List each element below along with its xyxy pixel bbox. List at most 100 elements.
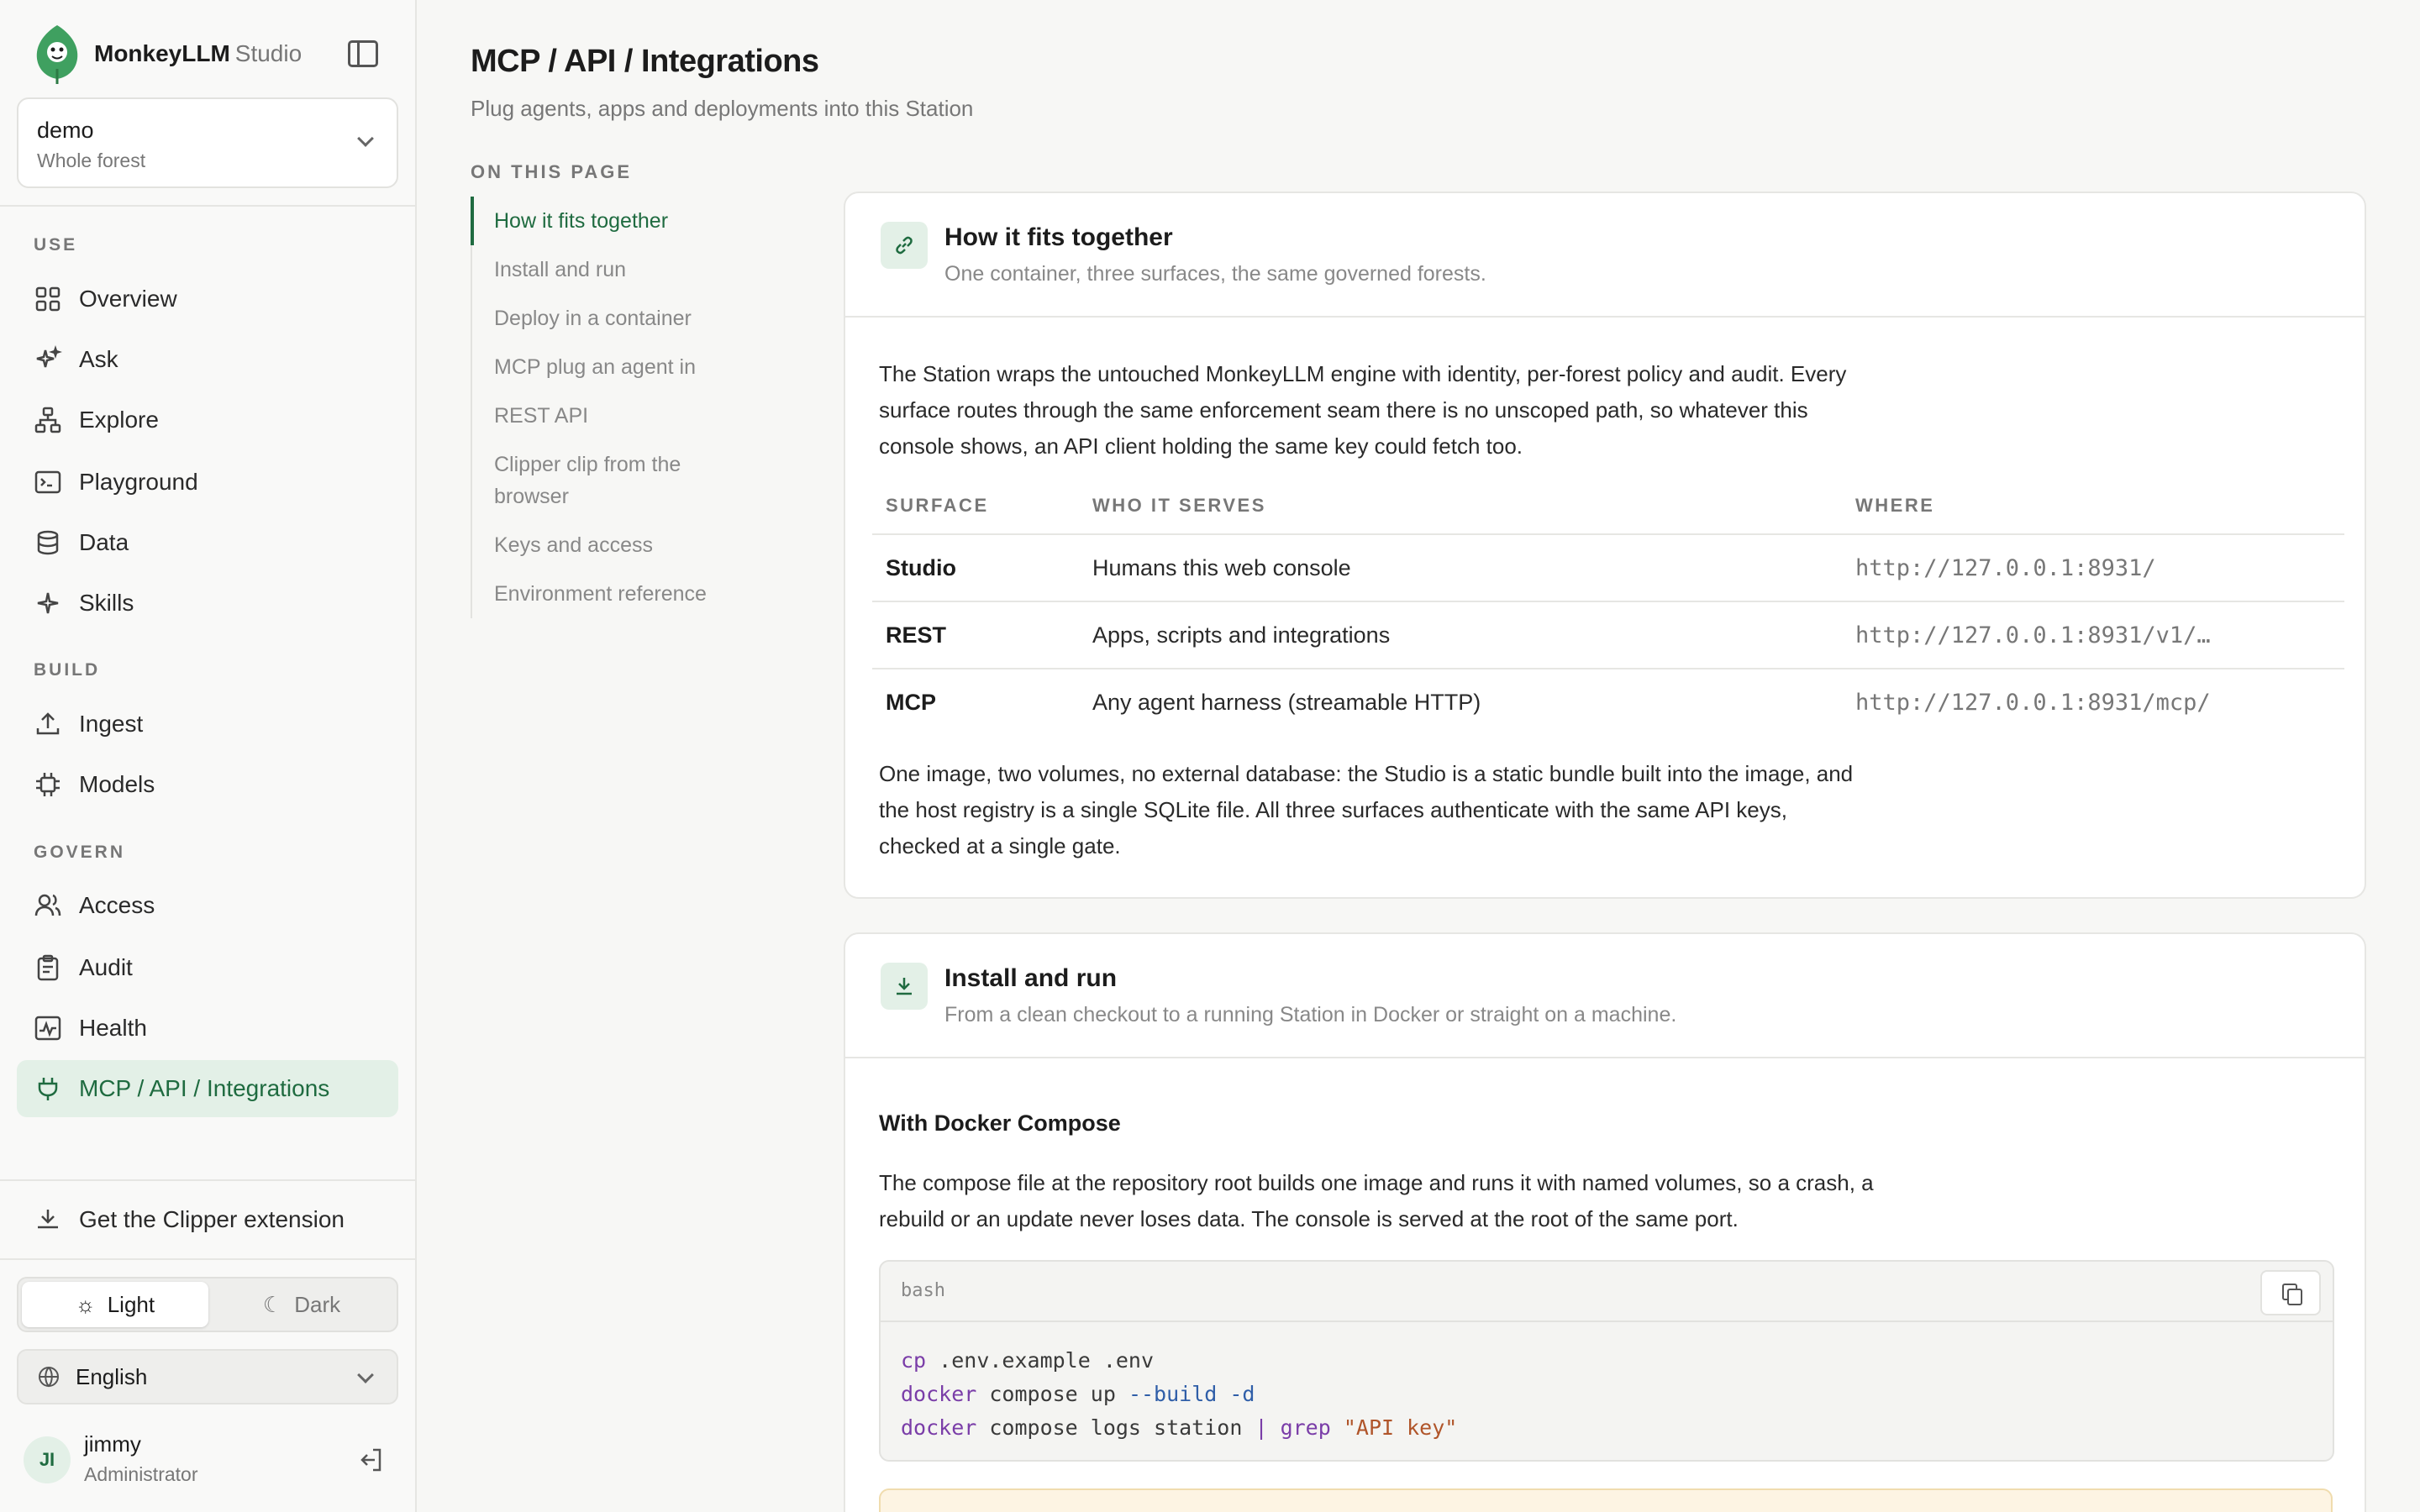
column-header-serves: WHO IT SERVES xyxy=(1079,483,1842,535)
sidebar-item-label: Models xyxy=(79,771,155,797)
code-line: cp .env.example .env xyxy=(901,1348,1155,1373)
theme-light-button[interactable]: ☼ Light xyxy=(22,1282,208,1327)
surface-name: Studio xyxy=(872,534,1079,602)
surface-name: MCP xyxy=(886,690,936,715)
sidebar-item-overview[interactable]: Overview xyxy=(17,270,398,328)
card-header: Install and run From a clean checkout to… xyxy=(845,934,2365,1058)
code-line: docker compose up --build -d xyxy=(901,1382,1255,1406)
surfaces-table: SURFACE WHO IT SERVES WHERE Studio Human… xyxy=(872,483,2344,736)
sidebar-item-label: Playground xyxy=(79,469,198,495)
sun-icon: ☼ xyxy=(75,1291,96,1317)
sidebar-item-data[interactable]: Data xyxy=(17,514,398,571)
section-label-govern: GOVERN xyxy=(34,843,126,862)
avatar[interactable]: JI xyxy=(24,1436,71,1483)
sidebar-item-integrations[interactable]: MCP / API / Integrations xyxy=(17,1060,398,1117)
sidebar-item-label: Overview xyxy=(79,286,177,312)
chevron-down-icon xyxy=(357,1367,374,1383)
toc-item-install[interactable]: Install and run xyxy=(472,245,756,294)
app-name: MonkeyLLM xyxy=(94,40,230,66)
surface-audience: Any agent harness (streamable HTTP) xyxy=(1092,690,1481,715)
code-language: bash xyxy=(901,1280,945,1301)
link-icon xyxy=(881,222,928,269)
users-icon xyxy=(34,894,61,916)
toc-item-env[interactable]: Environment reference xyxy=(472,570,756,618)
workspace-selector[interactable]: demo Whole forest xyxy=(17,97,398,188)
code-block: bash cp .env.example .env docker compose… xyxy=(879,1260,2334,1462)
download-icon xyxy=(881,963,928,1010)
sparkles-icon xyxy=(36,345,62,368)
surface-url: http://127.0.0.1:8931/v1/… xyxy=(1842,601,2344,669)
card-install-and-run: Install and run From a clean checkout to… xyxy=(844,932,2366,1512)
clipper-label: Get the Clipper extension xyxy=(79,1206,345,1232)
toc-item-keys[interactable]: Keys and access xyxy=(472,521,756,570)
section-label-build: BUILD xyxy=(34,660,101,680)
theme-dark-button[interactable]: ☾ Dark xyxy=(208,1282,395,1327)
divider xyxy=(0,1258,415,1260)
sidebar-toggle-icon[interactable] xyxy=(348,40,378,67)
sidebar-item-ask[interactable]: Ask xyxy=(17,331,398,388)
compose-paragraph: The compose file at the repository root … xyxy=(879,1170,1874,1231)
language-value: English xyxy=(76,1363,148,1389)
table-header-row: SURFACE WHO IT SERVES WHERE xyxy=(872,483,2344,535)
outro-paragraph: One image, two volumes, no external data… xyxy=(879,761,1854,858)
logout-icon[interactable] xyxy=(356,1445,387,1475)
toc-title: ON THIS PAGE xyxy=(471,161,633,182)
toc-item-clipper[interactable]: Clipper clip from the browser xyxy=(472,440,756,521)
intro-paragraph: The Station wraps the untouched MonkeyLL… xyxy=(879,361,1847,459)
surface-url: http://127.0.0.1:8931/ xyxy=(1842,534,2344,602)
app-suffix: Studio xyxy=(234,40,302,66)
sparkle-icon xyxy=(37,592,59,614)
clipboard-icon xyxy=(37,954,59,981)
column-header-where: WHERE xyxy=(1842,483,2344,535)
sidebar-item-label: Ingest xyxy=(79,711,144,737)
chevron-down-icon xyxy=(357,130,374,147)
toc-item-fits[interactable]: How it fits together xyxy=(471,197,756,245)
sidebar-item-models[interactable]: Models xyxy=(17,756,398,813)
card-subtitle: From a clean checkout to a running Stati… xyxy=(944,1003,1677,1026)
table-row: MCP Any agent harness (streamable HTTP) … xyxy=(872,669,2344,736)
theme-dark-label: Dark xyxy=(294,1291,341,1317)
sidebar-item-label: Skills xyxy=(79,590,134,616)
warning-callout xyxy=(879,1488,2333,1512)
page-title: MCP / API / Integrations xyxy=(471,44,819,79)
column-header-surface: SURFACE xyxy=(872,483,1079,535)
card-title: How it fits together xyxy=(944,223,1173,251)
sidebar-item-audit[interactable]: Audit xyxy=(17,939,398,996)
activity-icon xyxy=(34,1016,61,1041)
surface-url: http://127.0.0.1:8931/mcp/ xyxy=(1855,690,2211,716)
toc-item-deploy[interactable]: Deploy in a container xyxy=(472,294,756,343)
surface-name: REST xyxy=(872,601,1079,669)
sidebar-item-label: Explore xyxy=(79,407,159,433)
theme-toggle: ☼ Light ☾ Dark xyxy=(17,1277,398,1332)
surface-audience: Apps, scripts and integrations xyxy=(1079,601,1842,669)
toc-item-rest[interactable]: REST API xyxy=(472,391,756,440)
language-select[interactable]: English xyxy=(17,1349,398,1404)
card-subtitle: One container, three surfaces, the same … xyxy=(944,262,1486,286)
brand[interactable]: MonkeyLLM Studio xyxy=(34,24,302,84)
copy-button[interactable] xyxy=(2260,1270,2321,1315)
section-label-use: USE xyxy=(34,235,78,255)
compose-heading: With Docker Compose xyxy=(879,1110,1121,1136)
workspace-name: demo xyxy=(37,118,94,143)
code-header: bash xyxy=(881,1262,2333,1322)
code-line: docker compose logs station | grep "API … xyxy=(901,1415,1458,1440)
sidebar-item-label: Ask xyxy=(79,346,118,372)
code-body: cp .env.example .env docker compose up -… xyxy=(881,1322,2333,1467)
card-header: How it fits together One container, thre… xyxy=(845,193,2365,318)
user-name: jimmy xyxy=(84,1431,141,1457)
theme-light-label: Light xyxy=(107,1291,155,1317)
clipper-extension-link[interactable]: Get the Clipper extension xyxy=(17,1191,398,1248)
toc-item-mcp[interactable]: MCP plug an agent in xyxy=(472,343,756,391)
sidebar-item-label: MCP / API / Integrations xyxy=(79,1075,330,1101)
workspace-scope: Whole forest xyxy=(37,150,146,171)
database-icon xyxy=(37,530,59,555)
sidebar-item-ingest[interactable]: Ingest xyxy=(17,696,398,753)
sidebar-item-playground[interactable]: Playground xyxy=(17,454,398,511)
divider xyxy=(0,1179,415,1181)
monkey-logo-icon xyxy=(36,25,78,84)
upload-icon xyxy=(36,712,60,735)
sidebar-item-access[interactable]: Access xyxy=(17,877,398,934)
sidebar-item-skills[interactable]: Skills xyxy=(17,575,398,632)
sidebar-item-health[interactable]: Health xyxy=(17,1000,398,1057)
sidebar-item-explore[interactable]: Explore xyxy=(17,391,398,449)
